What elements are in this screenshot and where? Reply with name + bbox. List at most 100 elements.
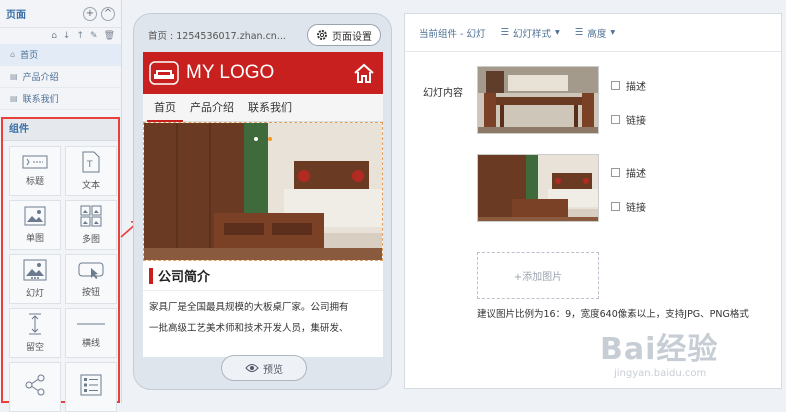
logo-text: MY LOGO: [186, 62, 275, 83]
component-title[interactable]: 标题: [9, 146, 61, 196]
move-up-icon[interactable]: ↑: [76, 31, 84, 41]
edit-icon[interactable]: ✎: [90, 31, 98, 41]
nav-item-home[interactable]: 首页: [147, 94, 183, 122]
component-text[interactable]: T 文本: [65, 146, 117, 196]
checkbox-box[interactable]: [611, 115, 620, 124]
watermark-url: jingyan.baidu.com: [614, 368, 707, 379]
site-header: MY LOGO: [143, 52, 383, 94]
component-label: 横线: [81, 339, 100, 349]
checkbox-label: 描述: [626, 169, 646, 180]
component-label: 幻灯: [25, 289, 44, 299]
checkbox-box[interactable]: [611, 168, 620, 177]
multi-image-icon: [80, 205, 102, 227]
collapse-pages-button[interactable]: ^: [101, 6, 115, 21]
component-share[interactable]: [9, 362, 61, 412]
move-down-icon[interactable]: ↓: [63, 31, 71, 41]
paragraph-line: 家具厂是全国最具规模的大板桌厂家。公司拥有: [149, 302, 349, 313]
list-icon: [80, 374, 102, 395]
slide-content-label: 幻灯内容: [423, 88, 463, 99]
describe-checkbox[interactable]: 描述: [611, 78, 646, 93]
component-spacer[interactable]: 留空: [9, 308, 61, 358]
add-image-button[interactable]: +添加图片: [477, 252, 599, 299]
section-header: 公司简介: [143, 261, 383, 291]
page-item-contact[interactable]: ▤ 联系我们: [0, 88, 121, 110]
caret-down-icon: ▾: [610, 27, 616, 38]
properties-panel: 当前组件 - 幻灯 ☰ 幻灯样式 ▾ ☰ 高度 ▾ 幻灯内容 描述 链接 描述 …: [404, 13, 782, 389]
component-label: 留空: [25, 343, 44, 353]
section-paragraph: 家具厂是全国最具规模的大板桌厂家。公司拥有 一批高级工艺美术师和技术开发人员，集…: [143, 291, 383, 339]
component-label: 按钮: [81, 288, 100, 298]
component-label: 多图: [81, 235, 100, 245]
slide-thumbnail[interactable]: [477, 66, 599, 134]
home-icon[interactable]: ⌂: [51, 31, 57, 41]
component-single-image[interactable]: 单图: [9, 200, 61, 250]
component-multi-image[interactable]: 多图: [65, 200, 117, 250]
checkbox-box[interactable]: [611, 81, 620, 90]
slideshow-style-dropdown[interactable]: ☰ 幻灯样式 ▾: [500, 26, 559, 40]
components-title: 组件: [3, 119, 118, 141]
nav-item-products[interactable]: 产品介绍: [183, 94, 241, 122]
link-checkbox[interactable]: 链接: [611, 199, 646, 214]
page-icon: ▤: [10, 72, 18, 81]
page-item-home[interactable]: ⌂ 首页: [0, 44, 121, 66]
watermark: Bai经验 jingyan.baidu.com: [600, 324, 718, 379]
components-grid: 标题 T 文本 单图 多图 幻灯 按钮 留空 横线: [3, 141, 118, 412]
menu-icon: ☰: [500, 27, 509, 38]
page-item-label: 联系我们: [22, 95, 59, 105]
component-list[interactable]: [65, 362, 117, 412]
page-settings-label: 页面设置: [332, 31, 372, 43]
share-icon: [25, 374, 45, 395]
phone-screen: MY LOGO 首页 产品介绍 联系我们 公司简介 家具厂是全国最具规模的大板桌…: [143, 52, 383, 357]
spacer-icon: [29, 313, 41, 335]
eye-icon: [245, 364, 259, 372]
slide-thumbnail[interactable]: [477, 154, 599, 222]
single-image-icon: [24, 206, 46, 226]
paragraph-line: 一批高级工艺美术师和技术开发人员，集研发、: [149, 323, 349, 334]
checkbox-label: 链接: [626, 203, 646, 214]
delete-icon[interactable]: 🗑: [104, 31, 115, 41]
bedroom-photo: [144, 123, 382, 260]
page-toolbar: ⌂ ↓ ↑ ✎ 🗑: [0, 28, 121, 44]
dropdown-label: 高度: [587, 28, 607, 40]
text-icon: T: [82, 151, 100, 173]
home-icon[interactable]: [353, 63, 375, 83]
dining-photo: [478, 67, 598, 133]
pages-title: 页面: [6, 10, 26, 21]
checkbox-label: 链接: [626, 116, 646, 127]
current-component-label: 当前组件 - 幻灯: [419, 28, 486, 40]
caret-down-icon: ▾: [555, 27, 560, 38]
title-icon: [22, 155, 48, 169]
pages-header: 页面 + ^: [0, 0, 121, 28]
preview-label: 预览: [263, 364, 283, 376]
svg-text:T: T: [86, 160, 93, 170]
checkbox-box[interactable]: [611, 202, 620, 211]
page-icon: ▤: [10, 94, 18, 103]
sofa-logo-icon: [149, 61, 179, 85]
page-settings-button[interactable]: 页面设置: [307, 24, 381, 46]
component-label: 单图: [25, 234, 44, 244]
height-dropdown[interactable]: ☰ 高度 ▾: [575, 26, 615, 40]
phone-preview: 首页 : 1254536017.zhan.cn... 页面设置 MY LOGO …: [133, 13, 392, 390]
component-label: 标题: [25, 177, 44, 187]
button-icon: [78, 262, 104, 279]
preview-button[interactable]: 预览: [221, 355, 307, 381]
nav-item-contact[interactable]: 联系我们: [241, 94, 299, 122]
component-slideshow[interactable]: 幻灯: [9, 254, 61, 304]
component-button[interactable]: 按钮: [65, 254, 117, 304]
add-page-button[interactable]: +: [83, 6, 97, 21]
describe-checkbox[interactable]: 描述: [611, 165, 646, 180]
left-panel: 页面 + ^ ⌂ ↓ ↑ ✎ 🗑 ⌂ 首页 ▤ 产品介绍 ▤ 联系我们 组件 标…: [0, 0, 122, 412]
bedroom-photo: [478, 155, 598, 221]
page-item-products[interactable]: ▤ 产品介绍: [0, 66, 121, 88]
gear-icon: [317, 30, 327, 40]
section-bar: [149, 267, 153, 284]
section-title: 公司简介: [158, 270, 211, 285]
slideshow-image[interactable]: [143, 122, 383, 261]
slideshow-icon: [23, 259, 47, 281]
link-checkbox[interactable]: 链接: [611, 112, 646, 127]
page-item-label: 产品介绍: [22, 73, 59, 83]
site-nav: 首页 产品介绍 联系我们: [143, 94, 383, 122]
component-divider[interactable]: 横线: [65, 308, 117, 358]
watermark-brand: Bai经验: [600, 332, 719, 367]
properties-toolbar: 当前组件 - 幻灯 ☰ 幻灯样式 ▾ ☰ 高度 ▾: [405, 14, 781, 52]
